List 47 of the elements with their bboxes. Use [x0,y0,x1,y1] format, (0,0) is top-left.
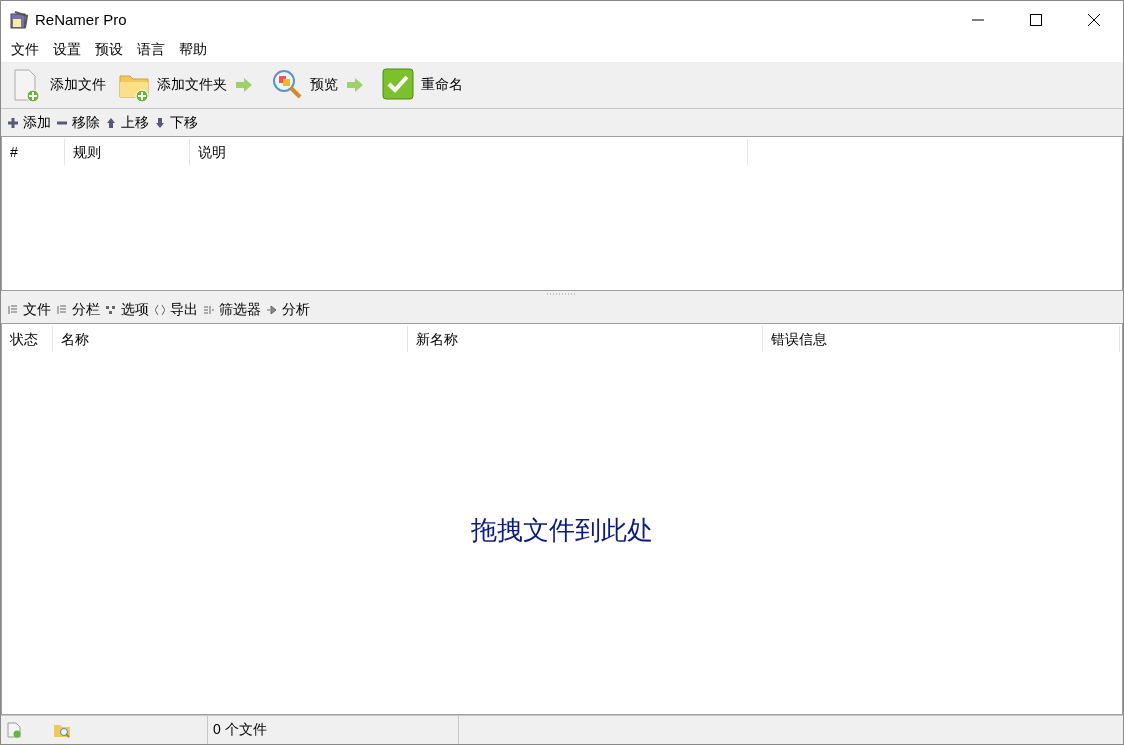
add-file-button[interactable]: 添加文件 [7,66,110,104]
toolbar-button[interactable]: 上移 [104,111,153,134]
column-header[interactable]: 名称 [53,325,408,352]
plus-icon [8,116,18,129]
toolbar-button[interactable]: 添加 [6,111,55,134]
menu-item[interactable]: 预设 [88,41,130,59]
menu-item[interactable]: 帮助 [172,41,214,59]
maximize-icon [1029,13,1043,26]
checkmark-icon [382,68,414,102]
column-header[interactable]: 新名称 [408,325,763,352]
filter-icon [204,303,214,316]
arrow-down-icon [155,116,165,129]
splitter-handle-icon[interactable] [547,292,577,295]
app-icon [9,9,29,30]
toolbar-button[interactable]: 筛选器 [202,298,265,321]
column-header[interactable]: # [2,138,65,165]
toolbar-button[interactable]: 下移 [153,111,202,134]
folder-search-icon[interactable] [53,722,71,738]
arrow-right-icon [235,78,253,92]
column-header[interactable]: 规则 [65,138,190,165]
column-header[interactable]: 状态 [2,325,53,352]
column-header[interactable]: 说明 [190,138,748,165]
arrow-up-icon [106,116,116,129]
arrows-icon [155,303,165,316]
toolbar-button[interactable]: 选项 [104,298,153,321]
rename-button[interactable]: 重命名 [378,66,467,104]
toolbar-button[interactable]: 导出 [153,298,202,321]
file-add-icon[interactable] [7,722,21,738]
menu-item[interactable]: 语言 [130,41,172,59]
add-folder-button[interactable]: 添加文件夹 [114,66,231,104]
toolbar-button[interactable]: 移除 [55,111,104,134]
file-count: 0 个文件 [213,721,267,739]
nodes-icon [106,303,116,316]
list-icon [57,303,67,316]
column-header[interactable]: 错误信息 [763,325,1120,352]
menu-item[interactable]: 设置 [46,41,88,59]
preview-button[interactable]: 预览 [267,66,342,104]
arrow-right-icon [346,78,364,92]
toolbar-button[interactable]: 分析 [265,298,314,321]
toolbar-button[interactable]: 文件 [6,298,55,321]
drop-hint: 拖拽文件到此处 [471,514,653,547]
window-title: ReNamer Pro [35,11,127,28]
toolbar-button[interactable]: 分栏 [55,298,104,321]
play-icon [267,303,277,316]
menu-item[interactable]: 文件 [4,41,46,59]
close-icon [1087,13,1101,26]
list-icon [8,303,18,316]
